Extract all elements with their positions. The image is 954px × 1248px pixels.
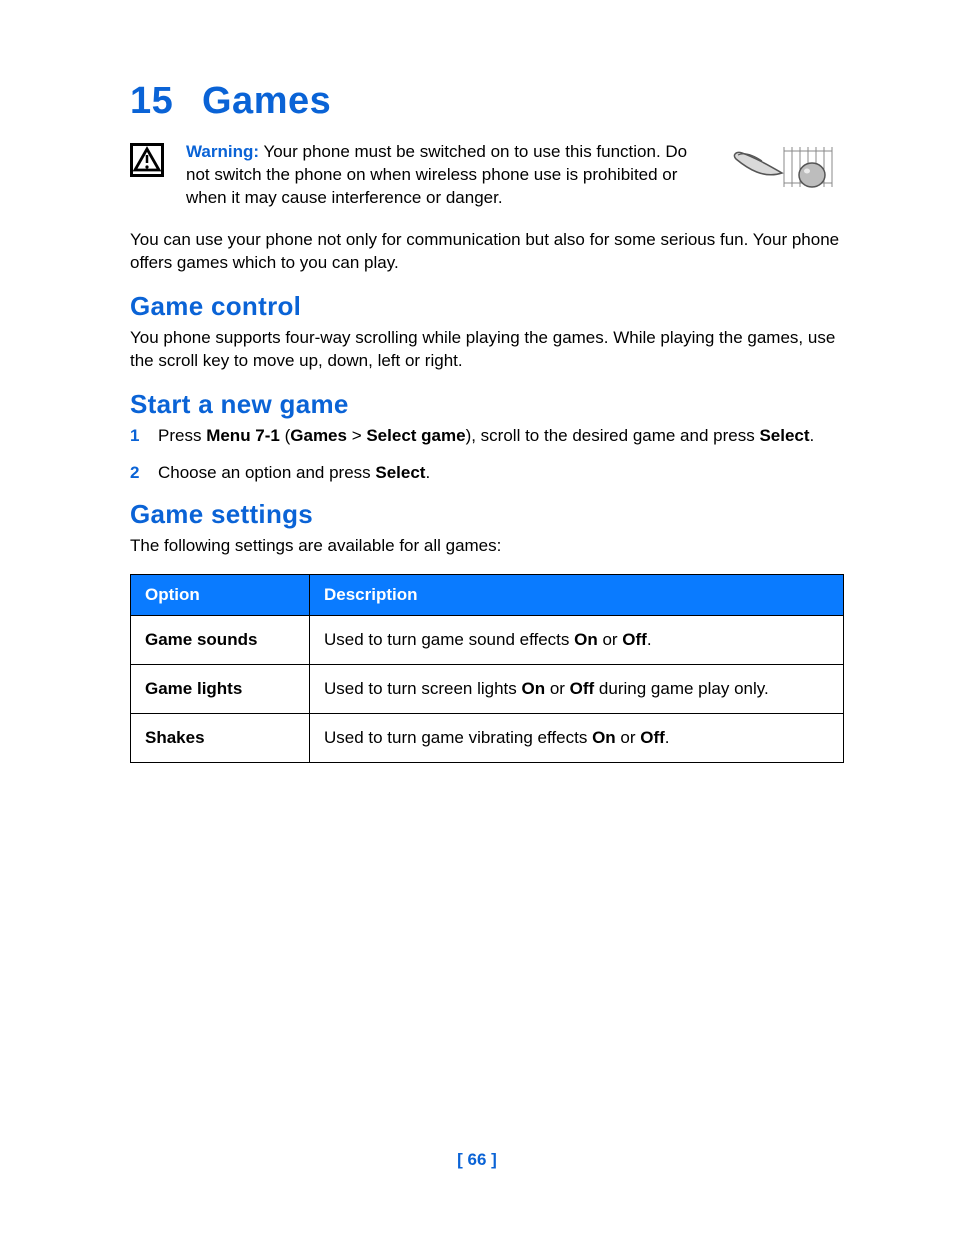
description-cell: Used to turn screen lights On or Off dur… xyxy=(310,664,844,713)
col-description: Description xyxy=(310,574,844,615)
warning-block: Warning: Your phone must be switched on … xyxy=(130,141,844,210)
page-number: [ 66 ] xyxy=(0,1150,954,1170)
option-cell: Game sounds xyxy=(131,615,310,664)
heading-game-settings: Game settings xyxy=(130,499,844,530)
step-2: Choose an option and press Select. xyxy=(130,461,844,485)
text-game-control: You phone supports four-way scrolling wh… xyxy=(130,326,844,373)
chapter-heading: 15Games xyxy=(130,80,844,123)
table-row: Shakes Used to turn game vibrating effec… xyxy=(131,713,844,762)
heading-start-new-game: Start a new game xyxy=(130,389,844,420)
description-cell: Used to turn game vibrating effects On o… xyxy=(310,713,844,762)
option-cell: Shakes xyxy=(131,713,310,762)
heading-game-control: Game control xyxy=(130,291,844,322)
intro-paragraph: You can use your phone not only for comm… xyxy=(130,228,844,275)
chapter-number: 15 xyxy=(130,80,202,123)
col-option: Option xyxy=(131,574,310,615)
text-game-settings: The following settings are available for… xyxy=(130,534,844,557)
warning-icon xyxy=(130,141,164,182)
page: 15Games Warning: Your phone must be swit… xyxy=(0,0,954,1248)
warning-label: Warning: xyxy=(186,142,259,161)
step-1: Press Menu 7-1 (Games > Select game), sc… xyxy=(130,424,844,448)
description-cell: Used to turn game sound effects On or Of… xyxy=(310,615,844,664)
table-row: Game sounds Used to turn game sound effe… xyxy=(131,615,844,664)
warning-text: Warning: Your phone must be switched on … xyxy=(186,141,702,210)
table-row: Game lights Used to turn screen lights O… xyxy=(131,664,844,713)
chapter-title: Games xyxy=(202,80,331,122)
warning-body: Your phone must be switched on to use th… xyxy=(186,142,687,207)
option-cell: Game lights xyxy=(131,664,310,713)
start-game-steps: Press Menu 7-1 (Games > Select game), sc… xyxy=(130,424,844,486)
game-settings-table: Option Description Game sounds Used to t… xyxy=(130,574,844,763)
games-illustration-icon xyxy=(724,141,844,197)
table-header-row: Option Description xyxy=(131,574,844,615)
